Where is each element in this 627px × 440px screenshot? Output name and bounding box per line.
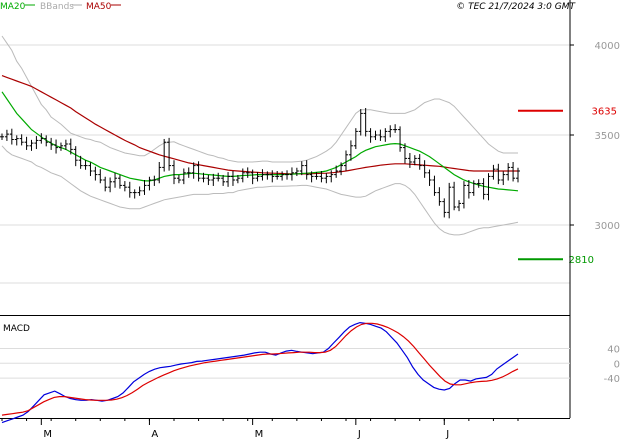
chart-canvas: 3635 2810 3000 3500 4000 MA20 BBands MA50 ©… xyxy=(0,0,620,440)
price-legend: MA20 BBands MA50 xyxy=(0,2,121,12)
x-month-label: M xyxy=(43,429,52,440)
price-plot-area xyxy=(0,0,570,315)
copyright-text: © TEC 21/7/2024 3:0 GMT xyxy=(456,2,576,12)
macd-y-tick-label: 0 xyxy=(614,359,620,370)
macd-signal-line xyxy=(1,322,519,416)
x-axis: MAMJJ xyxy=(1,418,519,440)
x-month-label: J xyxy=(357,429,361,440)
price-panel: 3635 2810 3000 3500 4000 MA20 BBands MA50 ©… xyxy=(0,0,620,315)
legend-bbands-label: BBands xyxy=(40,2,74,12)
macd-panel: MACD 40 0 -40 xyxy=(0,321,620,424)
price-y-tick-label: 3000 xyxy=(595,221,620,232)
legend-ma20-label: MA20 xyxy=(0,2,26,12)
legend-ma50-label: MA50 xyxy=(86,2,112,12)
price-y-tick-label: 3500 xyxy=(595,131,620,142)
macd-y-tick-label: -40 xyxy=(604,374,620,385)
x-month-label: A xyxy=(151,429,158,440)
level-label: 2810 xyxy=(569,255,594,266)
macd-y-tick-label: 40 xyxy=(607,344,620,355)
macd-y-axis: 40 0 -40 xyxy=(604,344,620,385)
x-month-label: J xyxy=(445,429,449,440)
macd-lines xyxy=(1,321,519,424)
level-label: 3635 xyxy=(592,107,617,118)
price-y-tick-label: 4000 xyxy=(595,41,620,52)
x-month-label: M xyxy=(255,429,264,440)
macd-title: MACD xyxy=(3,324,30,334)
macd-line xyxy=(1,321,519,424)
price-y-axis: 3000 3500 4000 xyxy=(570,41,620,232)
